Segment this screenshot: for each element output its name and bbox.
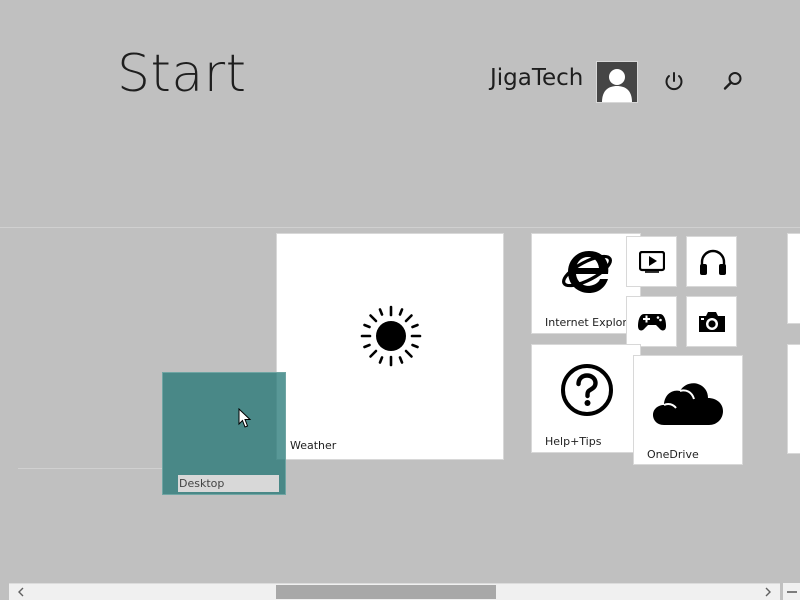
power-icon [665, 72, 683, 91]
horizontal-scrollbar[interactable] [9, 583, 780, 600]
camera-icon [697, 310, 727, 334]
question-mark-icon [559, 362, 615, 418]
gamepad-icon [637, 311, 667, 333]
chevron-left-icon [18, 587, 24, 597]
onedrive-tile[interactable]: OneDrive [633, 355, 743, 465]
partial-tile[interactable] [787, 344, 800, 454]
video-tile[interactable] [626, 236, 677, 287]
avatar[interactable] [596, 61, 638, 103]
search-button[interactable] [719, 67, 747, 95]
headphones-icon [698, 247, 728, 277]
user-name[interactable]: JigaTech [490, 67, 583, 90]
cloud-icon [652, 380, 726, 428]
onedrive-tile-label: OneDrive [647, 448, 699, 461]
user-avatar-icon [597, 62, 637, 102]
start-screen: Start JigaTech Weather Internet Explorer… [0, 0, 800, 600]
internet-explorer-tile-label: Internet Explorer [545, 316, 638, 329]
scroll-left-button[interactable] [9, 584, 33, 600]
zoom-out-icon [786, 590, 797, 593]
semantic-zoom-button[interactable] [783, 583, 800, 600]
music-tile[interactable] [686, 236, 737, 287]
sun-icon [355, 300, 427, 372]
internet-explorer-tile[interactable]: Internet Explorer [531, 233, 641, 334]
video-icon [639, 250, 665, 274]
help-tips-tile[interactable]: Help+Tips [531, 344, 641, 453]
separator-line [0, 227, 800, 228]
scroll-thumb[interactable] [276, 585, 496, 599]
partial-tile[interactable] [787, 233, 800, 324]
games-tile[interactable] [626, 296, 677, 347]
weather-tile[interactable]: Weather [276, 233, 504, 460]
camera-tile[interactable] [686, 296, 737, 347]
page-title: Start [117, 44, 247, 104]
desktop-tile[interactable]: Desktop [162, 372, 286, 495]
scroll-right-button[interactable] [756, 584, 780, 600]
separator-line [18, 468, 163, 469]
power-button[interactable] [660, 67, 688, 95]
desktop-tile-label: Desktop [178, 475, 279, 492]
weather-tile-label: Weather [290, 439, 337, 452]
search-icon [723, 72, 742, 90]
internet-explorer-icon [558, 241, 616, 299]
mouse-cursor-icon [238, 408, 252, 428]
help-tips-tile-label: Help+Tips [545, 435, 602, 448]
chevron-right-icon [765, 587, 771, 597]
